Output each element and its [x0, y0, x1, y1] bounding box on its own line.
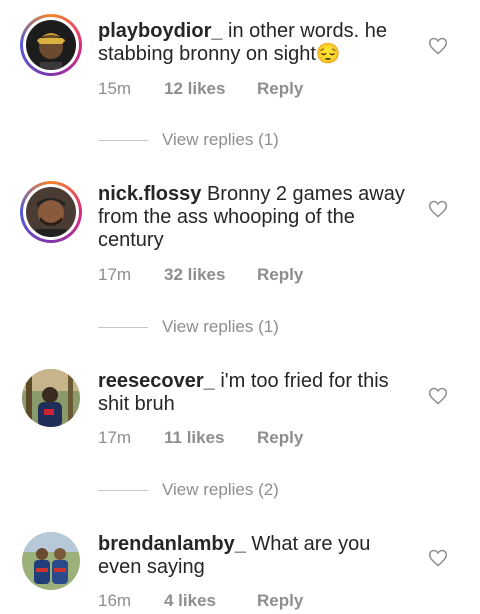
view-replies-button[interactable]: View replies (1)	[98, 317, 279, 337]
comment-username[interactable]: nick.flossy	[98, 183, 201, 205]
comment-likes[interactable]: 11 likes	[164, 428, 257, 448]
comment-body: nick.flossy Bronny 2 games away from the…	[98, 183, 416, 252]
heart-outline-icon[interactable]	[428, 36, 448, 56]
view-replies-label: View replies (1)	[162, 130, 279, 149]
comment-likes[interactable]: 12 likes	[164, 79, 257, 99]
view-replies-button[interactable]: View replies (2)	[98, 480, 279, 500]
comment-time: 15m	[98, 79, 132, 98]
reply-button[interactable]: Reply	[257, 428, 303, 448]
view-replies-label: View replies (1)	[162, 317, 279, 336]
replies-divider	[98, 326, 148, 328]
avatar	[26, 187, 76, 237]
avatar	[22, 532, 80, 590]
comment-meta: 16m 4 likes Reply	[98, 591, 303, 611]
avatar-story-ring[interactable]	[20, 181, 82, 243]
view-replies-button[interactable]: View replies (1)	[98, 130, 279, 150]
comment-username[interactable]: playboydior_	[98, 20, 222, 42]
replies-divider	[98, 139, 148, 141]
comment-likes[interactable]: 4 likes	[164, 591, 257, 611]
heart-outline-icon[interactable]	[428, 386, 448, 406]
reply-button[interactable]: Reply	[257, 591, 303, 611]
replies-divider	[98, 489, 148, 491]
comment-time: 17m	[98, 428, 132, 447]
reply-button[interactable]: Reply	[257, 79, 303, 99]
avatar	[22, 369, 80, 427]
comment-likes[interactable]: 32 likes	[164, 265, 257, 285]
comment-body: brendanlamby_ What are you even saying	[98, 533, 416, 579]
heart-outline-icon[interactable]	[428, 548, 448, 568]
comment-body: reesecover_ i'm too fried for this shit …	[98, 370, 416, 416]
heart-outline-icon[interactable]	[428, 199, 448, 219]
avatar-frame[interactable]	[20, 530, 82, 592]
reply-button[interactable]: Reply	[257, 265, 303, 285]
avatar	[26, 20, 76, 70]
comment-time: 16m	[98, 591, 132, 610]
comment-time: 17m	[98, 265, 132, 284]
view-replies-label: View replies (2)	[162, 480, 279, 499]
comment-username[interactable]: reesecover_	[98, 370, 215, 392]
comment-meta: 15m 12 likes Reply	[98, 79, 303, 99]
avatar-story-ring[interactable]	[20, 14, 82, 76]
comment-meta: 17m 11 likes Reply	[98, 428, 303, 448]
comment-username[interactable]: brendanlamby_	[98, 533, 246, 555]
comment-body: playboydior_ in other words. he stabbing…	[98, 20, 416, 66]
avatar-frame[interactable]	[20, 367, 82, 429]
comments-feed: playboydior_ in other words. he stabbing…	[0, 0, 480, 614]
comment-meta: 17m 32 likes Reply	[98, 265, 303, 285]
